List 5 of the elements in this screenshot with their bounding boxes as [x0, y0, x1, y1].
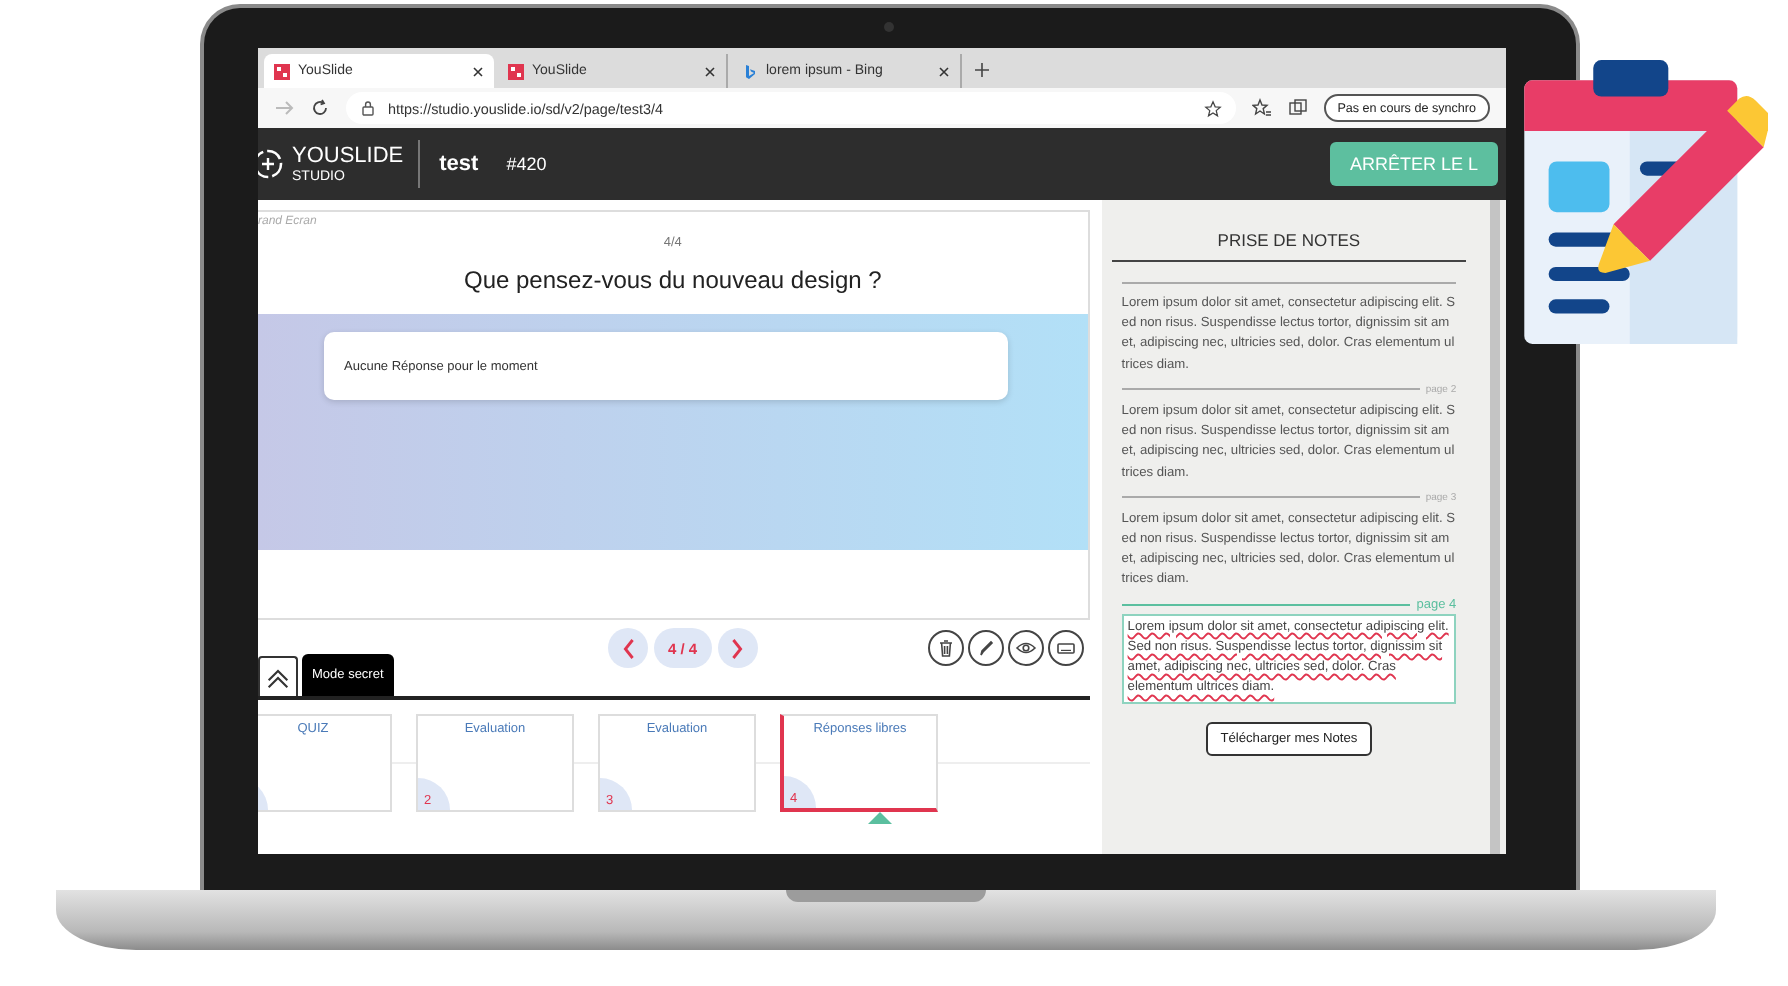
session-code: #420 — [506, 154, 547, 174]
question-text: Que pensez-vous du nouveau design ? — [463, 266, 882, 294]
notes-title: PRISE DE NOTES — [1111, 200, 1467, 262]
presentation-title: test — [439, 152, 479, 176]
brand-name: YOUSLIDE — [292, 145, 404, 167]
